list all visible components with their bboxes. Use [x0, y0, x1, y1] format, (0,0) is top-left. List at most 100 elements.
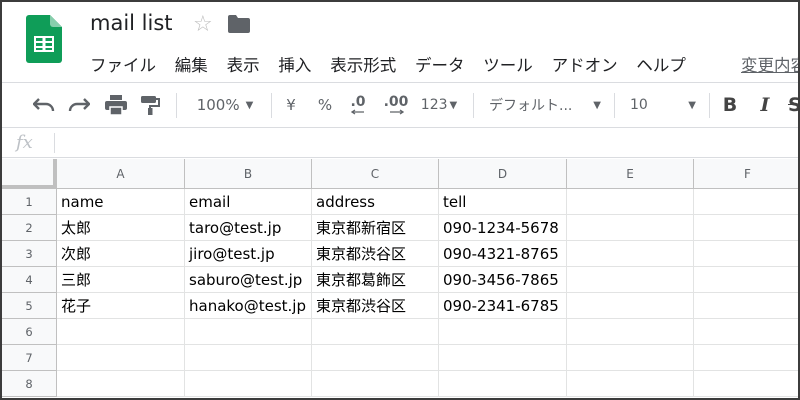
cell-e7[interactable] [567, 345, 694, 371]
cell-c8[interactable] [312, 371, 439, 397]
cell-e8[interactable] [567, 371, 694, 397]
cell-c2[interactable]: 東京都新宿区 [312, 215, 439, 241]
italic-button[interactable]: I [753, 83, 777, 127]
font-size-select[interactable]: 10 ▼ [626, 83, 700, 127]
toolbar-divider [271, 93, 272, 118]
undo-icon[interactable] [30, 83, 58, 127]
column-header-a[interactable]: A [57, 159, 185, 189]
currency-button[interactable]: ¥ [281, 83, 301, 127]
row-header-1[interactable]: 1 [2, 189, 57, 215]
cell-f1[interactable] [694, 189, 798, 215]
cell-a4[interactable]: 三郎 [57, 267, 185, 293]
cell-b6[interactable] [185, 319, 312, 345]
cell-a5[interactable]: 花子 [57, 293, 185, 319]
arrow-left-icon [351, 109, 364, 115]
column-header-f[interactable]: F [694, 159, 798, 189]
cell-e2[interactable] [567, 215, 694, 241]
font-select[interactable]: デフォルト... ▼ [485, 83, 605, 127]
menu-format[interactable]: 表示形式 [330, 52, 396, 75]
menu-data[interactable]: データ [415, 52, 465, 75]
last-edit-link[interactable]: 変更内容 [741, 52, 798, 76]
cell-e6[interactable] [567, 319, 694, 345]
print-icon[interactable] [102, 83, 130, 127]
cell-b3[interactable]: jiro@test.jp [185, 241, 312, 267]
cell-b8[interactable] [185, 371, 312, 397]
row-header-3[interactable]: 3 [2, 241, 57, 267]
column-header-d[interactable]: D [439, 159, 567, 189]
menu-addons[interactable]: アドオン [552, 52, 618, 75]
cell-b7[interactable] [185, 345, 312, 371]
redo-icon[interactable] [65, 83, 93, 127]
cell-d8[interactable] [439, 371, 567, 397]
menu-insert[interactable]: 挿入 [278, 52, 311, 75]
cell-b5[interactable]: hanako@test.jp [185, 293, 312, 319]
cell-d3[interactable]: 090-4321-8765 [439, 241, 567, 267]
cell-f2[interactable] [694, 215, 798, 241]
toolbar-divider [709, 93, 710, 118]
zoom-select[interactable]: 100% ▼ [188, 83, 262, 127]
column-header-c[interactable]: C [312, 159, 439, 189]
formula-input[interactable] [62, 128, 798, 158]
cell-e4[interactable] [567, 267, 694, 293]
chevron-down-icon: ▼ [688, 99, 696, 111]
menu-bar: ファイル 編集 表示 挿入 表示形式 データ ツール アドオン ヘルプ [90, 52, 705, 75]
cell-d1[interactable]: tell [439, 189, 567, 215]
cell-b2[interactable]: taro@test.jp [185, 215, 312, 241]
cell-f8[interactable] [694, 371, 798, 397]
menu-edit[interactable]: 編集 [175, 52, 208, 75]
number-format-select[interactable]: 123 ▼ [416, 83, 462, 127]
cell-a8[interactable] [57, 371, 185, 397]
menu-view[interactable]: 表示 [227, 52, 260, 75]
cell-c1[interactable]: address [312, 189, 439, 215]
menu-help[interactable]: ヘルプ [636, 52, 686, 75]
paint-format-icon[interactable] [136, 83, 164, 127]
percent-button[interactable]: % [315, 83, 335, 127]
row-header-7[interactable]: 7 [2, 345, 57, 371]
decrease-decimal-button[interactable]: .0 [345, 83, 371, 127]
spreadsheet-window: mail list ☆ ファイル 編集 表示 挿入 表示形式 データ ツール ア… [0, 0, 800, 400]
decrease-decimal-label: .0 [350, 94, 366, 110]
cell-f7[interactable] [694, 345, 798, 371]
bold-button[interactable]: B [718, 83, 742, 127]
cell-a1[interactable]: name [57, 189, 185, 215]
cell-c6[interactable] [312, 319, 439, 345]
cell-c5[interactable]: 東京都渋谷区 [312, 293, 439, 319]
column-header-b[interactable]: B [185, 159, 312, 189]
cell-b1[interactable]: email [185, 189, 312, 215]
star-icon[interactable]: ☆ [193, 12, 213, 37]
menu-tools[interactable]: ツール [483, 52, 533, 75]
cell-d2[interactable]: 090-1234-5678 [439, 215, 567, 241]
row-header-5[interactable]: 5 [2, 293, 57, 319]
row-header-4[interactable]: 4 [2, 267, 57, 293]
cell-c7[interactable] [312, 345, 439, 371]
cell-f4[interactable] [694, 267, 798, 293]
strikethrough-button[interactable]: S [788, 83, 798, 127]
cell-c3[interactable]: 東京都渋谷区 [312, 241, 439, 267]
cell-f6[interactable] [694, 319, 798, 345]
cell-d6[interactable] [439, 319, 567, 345]
cell-b4[interactable]: saburo@test.jp [185, 267, 312, 293]
row-header-8[interactable]: 8 [2, 371, 57, 397]
cell-a2[interactable]: 太郎 [57, 215, 185, 241]
document-title[interactable]: mail list [90, 11, 173, 35]
cell-a3[interactable]: 次郎 [57, 241, 185, 267]
cell-d5[interactable]: 090-2341-6785 [439, 293, 567, 319]
cell-f5[interactable] [694, 293, 798, 319]
cell-a7[interactable] [57, 345, 185, 371]
column-header-e[interactable]: E [567, 159, 694, 189]
cell-d7[interactable] [439, 345, 567, 371]
folder-icon[interactable] [228, 15, 250, 33]
cell-e3[interactable] [567, 241, 694, 267]
select-all-corner[interactable] [2, 159, 57, 189]
cell-e5[interactable] [567, 293, 694, 319]
row-header-2[interactable]: 2 [2, 215, 57, 241]
cell-d4[interactable]: 090-3456-7865 [439, 267, 567, 293]
increase-decimal-button[interactable]: .00 [381, 83, 411, 127]
menu-file[interactable]: ファイル [90, 52, 156, 75]
cell-f3[interactable] [694, 241, 798, 267]
sheets-logo-icon[interactable] [26, 15, 62, 63]
cell-c4[interactable]: 東京都葛飾区 [312, 267, 439, 293]
row-header-6[interactable]: 6 [2, 319, 57, 345]
cell-a6[interactable] [57, 319, 185, 345]
cell-e1[interactable] [567, 189, 694, 215]
